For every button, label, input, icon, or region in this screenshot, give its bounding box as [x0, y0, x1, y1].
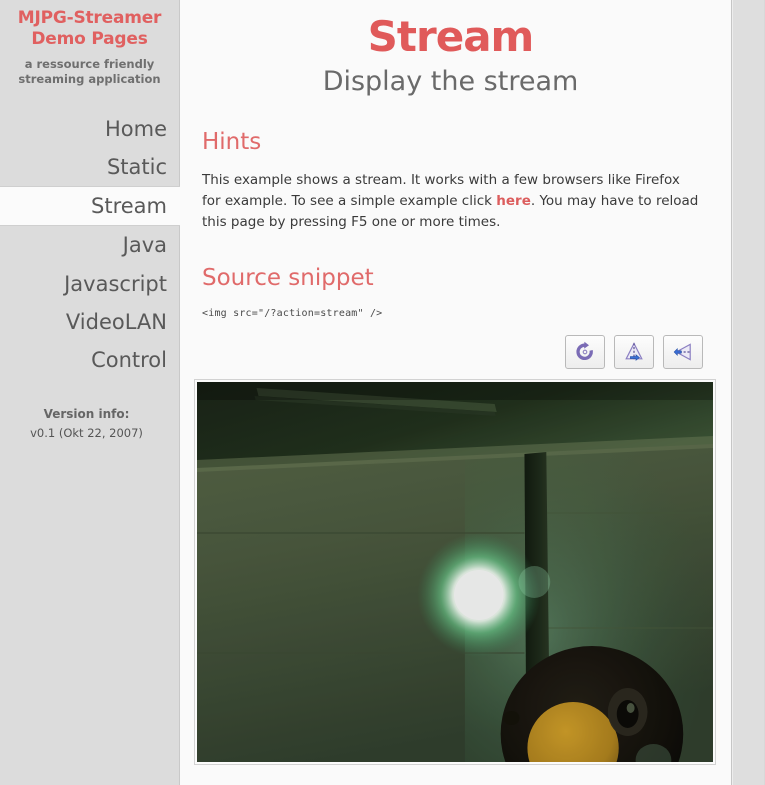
sidebar: MJPG-Streamer Demo Pages a ressource fri…: [0, 0, 180, 785]
stream-image[interactable]: [197, 382, 713, 763]
sidebar-item-static[interactable]: Static: [0, 148, 179, 186]
hints-heading: Hints: [202, 129, 262, 156]
stream-toolbar: [194, 335, 707, 370]
page-title: Stream: [367, 12, 535, 61]
snippet-code: <img src="/?action=stream" />: [202, 308, 383, 320]
page-subtitle: Display the stream: [322, 66, 579, 98]
sidebar-item-javascript[interactable]: Javascript: [0, 265, 179, 303]
snippet-heading: Source snippet: [202, 264, 374, 291]
rotate-icon: [574, 341, 596, 363]
main-content: Stream Display the stream Hints This exa…: [180, 0, 732, 785]
sidebar-nav: Home Static Stream Java Javascript Video…: [0, 110, 180, 380]
mirror-horizontal-button[interactable]: [663, 335, 703, 370]
brand-title-line2: Demo Pages: [31, 29, 148, 50]
version-info: Version info: v0.1 (Okt 22, 2007): [0, 407, 179, 440]
stream-image-content: [197, 382, 713, 763]
mirror-vertical-icon: [623, 341, 645, 363]
sidebar-item-videolan[interactable]: VideoLAN: [0, 303, 179, 341]
sidebar-item-control[interactable]: Control: [0, 341, 179, 379]
brand-subtitle-line2: streaming application: [18, 72, 161, 87]
brand-subtitle: a ressource friendly streaming applicati…: [12, 57, 167, 88]
sidebar-item-java[interactable]: Java: [0, 226, 179, 264]
hints-paragraph: This example shows a stream. It works wi…: [194, 170, 707, 233]
stream-frame: [194, 379, 716, 766]
version-info-value: v0.1 (Okt 22, 2007): [30, 426, 143, 441]
version-info-label: Version info:: [43, 407, 130, 422]
brand-title: MJPG-Streamer Demo Pages: [12, 8, 167, 51]
sidebar-item-home[interactable]: Home: [0, 110, 179, 148]
mirror-horizontal-icon: [672, 341, 694, 363]
page-right-gutter: [732, 0, 764, 785]
brand-block: MJPG-Streamer Demo Pages a ressource fri…: [0, 0, 179, 88]
rotate-button[interactable]: [565, 335, 605, 370]
sidebar-item-stream[interactable]: Stream: [0, 186, 180, 227]
brand-title-line1: MJPG-Streamer: [17, 8, 162, 28]
brand-subtitle-line1: a ressource friendly: [24, 56, 155, 71]
mirror-vertical-button[interactable]: [614, 335, 654, 370]
page-root: MJPG-Streamer Demo Pages a ressource fri…: [0, 0, 765, 785]
hints-here-link[interactable]: here: [496, 193, 531, 209]
